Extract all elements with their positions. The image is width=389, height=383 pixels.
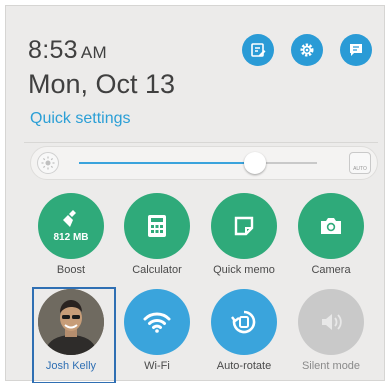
wifi-icon — [143, 312, 171, 333]
calculator-icon — [148, 215, 166, 237]
memo-icon — [234, 216, 254, 236]
date-text: Mon, Oct 13 — [28, 69, 176, 99]
notification-list-icon — [350, 44, 362, 56]
brightness-slider[interactable] — [79, 152, 317, 174]
tile-label: Camera — [311, 264, 351, 276]
quick-memo-button[interactable] — [211, 193, 277, 259]
boost-memory-value: 812 MB — [53, 232, 89, 243]
tile-label: Boost — [56, 264, 86, 276]
brightness-sun-icon — [37, 152, 59, 174]
tile-quick-memo[interactable]: Quick memo — [202, 193, 286, 276]
auto-brightness-label: AUTO — [353, 166, 367, 172]
brightness-control: AUTO — [30, 146, 378, 180]
camera-icon — [321, 218, 341, 234]
settings-gear-icon — [300, 43, 314, 57]
notification-list-button[interactable] — [340, 34, 372, 66]
settings-button[interactable] — [291, 34, 323, 66]
rotate-icon — [231, 310, 256, 334]
tile-wifi[interactable]: Wi-Fi — [115, 289, 199, 372]
tile-label: Wi-Fi — [144, 360, 170, 372]
tile-boost[interactable]: 812 MB Boost — [29, 193, 113, 276]
tile-label: Calculator — [132, 264, 182, 276]
time-value: 8:53 — [28, 36, 78, 64]
tile-label: Josh Kelly — [45, 360, 97, 372]
divider — [24, 142, 378, 143]
wifi-button[interactable] — [124, 289, 190, 355]
silent-mode-button[interactable] — [298, 289, 364, 355]
camera-button[interactable] — [298, 193, 364, 259]
quick-settings-panel: 8:53 AM Mon, Oct 13 Quick settings AUTO … — [5, 5, 385, 383]
brightness-thumb[interactable] — [244, 152, 267, 174]
tile-label: Quick memo — [213, 264, 275, 276]
contact-photo — [38, 289, 104, 355]
tile-calculator[interactable]: Calculator — [115, 193, 199, 276]
tile-label: Silent mode — [301, 360, 361, 372]
auto-rotate-button[interactable] — [211, 289, 277, 355]
quick-settings-link[interactable]: Quick settings — [30, 110, 130, 128]
clock-time: 8:53 AM — [28, 36, 107, 65]
time-ampm: AM — [80, 43, 107, 62]
tile-contact[interactable]: Josh Kelly — [29, 289, 113, 372]
brightness-fill — [79, 162, 256, 164]
auto-brightness-icon[interactable]: AUTO — [349, 152, 371, 174]
tile-silent-mode[interactable]: Silent mode — [289, 289, 373, 372]
tile-label: Auto-rotate — [216, 360, 272, 372]
speaker-icon — [322, 314, 342, 330]
boost-button[interactable]: 812 MB — [38, 193, 104, 259]
edit-notes-icon — [251, 43, 266, 57]
edit-notes-button[interactable] — [242, 34, 274, 66]
calculator-button[interactable] — [124, 193, 190, 259]
broom-icon — [63, 210, 76, 227]
avatar[interactable] — [38, 289, 104, 355]
tile-auto-rotate[interactable]: Auto-rotate — [202, 289, 286, 372]
tile-camera[interactable]: Camera — [289, 193, 373, 276]
